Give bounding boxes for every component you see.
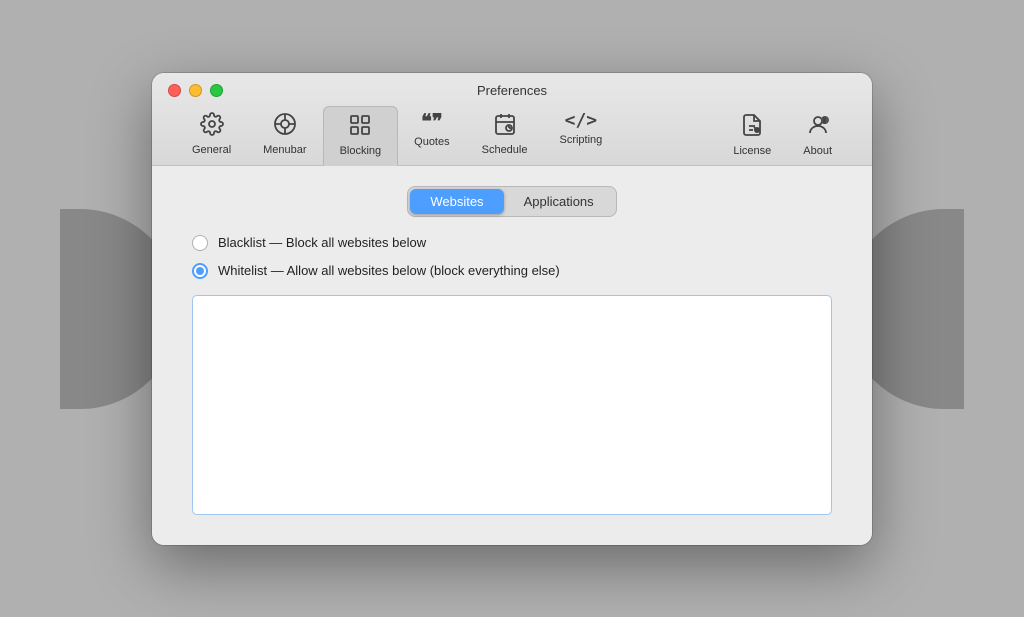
blocking-label: Blocking <box>340 145 382 157</box>
toolbar-item-scripting[interactable]: </> Scripting <box>543 106 618 165</box>
titlebar: Preferences General <box>152 73 872 166</box>
segmented-control: Websites Applications <box>182 186 842 217</box>
quotes-icon: ❝❞ <box>421 112 443 132</box>
scripting-label: Scripting <box>559 134 602 146</box>
window-title: Preferences <box>477 83 547 98</box>
radio-label-whitelist: Whitelist — Allow all websites below (bl… <box>218 263 560 278</box>
quotes-label: Quotes <box>414 136 449 148</box>
menubar-icon <box>273 112 297 140</box>
toolbar-item-blocking[interactable]: Blocking <box>323 106 399 166</box>
seg-wrap: Websites Applications <box>407 186 616 217</box>
license-icon <box>740 113 764 141</box>
minimize-button[interactable] <box>189 84 202 97</box>
radio-group: Blacklist — Block all websites below Whi… <box>182 235 842 279</box>
license-label: License <box>733 145 771 157</box>
radio-item-blacklist[interactable]: Blacklist — Block all websites below <box>192 235 832 251</box>
radio-label-blacklist: Blacklist — Block all websites below <box>218 235 426 250</box>
general-label: General <box>192 144 231 156</box>
toolbar-left: General <box>176 106 618 165</box>
svg-text:i: i <box>823 118 825 125</box>
toolbar-item-quotes[interactable]: ❝❞ Quotes <box>398 106 465 165</box>
toolbar-item-general[interactable]: General <box>176 106 247 165</box>
website-list[interactable] <box>192 295 832 515</box>
toolbar-item-menubar[interactable]: Menubar <box>247 106 322 165</box>
toolbar: General <box>168 106 856 165</box>
schedule-icon <box>493 112 517 140</box>
about-icon: i <box>806 113 830 141</box>
scripting-icon: </> <box>565 112 598 130</box>
toolbar-right: License i About <box>717 107 848 165</box>
seg-btn-websites[interactable]: Websites <box>410 189 503 214</box>
toolbar-item-license[interactable]: License <box>717 107 787 165</box>
close-button[interactable] <box>168 84 181 97</box>
content-area: Websites Applications Blacklist — Block … <box>152 166 872 545</box>
toolbar-item-schedule[interactable]: Schedule <box>466 106 544 165</box>
radio-circle-blacklist <box>192 235 208 251</box>
radio-circle-whitelist <box>192 263 208 279</box>
window-controls <box>168 84 223 97</box>
general-icon <box>200 112 224 140</box>
maximize-button[interactable] <box>210 84 223 97</box>
menubar-label: Menubar <box>263 144 306 156</box>
schedule-label: Schedule <box>482 144 528 156</box>
radio-item-whitelist[interactable]: Whitelist — Allow all websites below (bl… <box>192 263 832 279</box>
about-label: About <box>803 145 832 157</box>
blocking-icon <box>348 113 372 141</box>
toolbar-item-about[interactable]: i About <box>787 107 848 165</box>
preferences-window: Preferences General <box>152 73 872 545</box>
seg-btn-applications[interactable]: Applications <box>504 189 614 214</box>
